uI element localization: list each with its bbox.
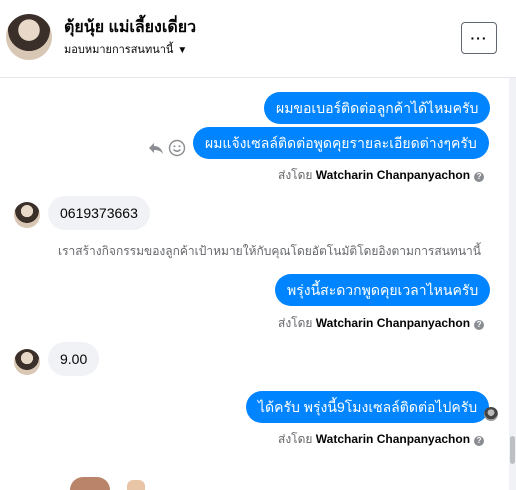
- assign-conversation-dropdown[interactable]: มอบหมายการสนทนานี้ ▼: [64, 40, 187, 58]
- conversation-header: ตุ้ยนุ้ย แม่เลี้ยงเดี่ยว มอบหมายการสนทนา…: [0, 0, 516, 78]
- sent-by-prefix: ส่งโดย: [278, 432, 313, 446]
- sender-name: Watcharin Chanpanyachon: [315, 316, 471, 330]
- seen-indicator-avatar: [484, 407, 498, 421]
- outgoing-message[interactable]: พรุ่งนี้สะดวกพูดคุยเวลาไหนครับ: [275, 274, 491, 306]
- outgoing-message[interactable]: ผมขอเบอร์ติดต่อลูกค้าได้ไหมครับ: [264, 92, 491, 124]
- caret-down-icon: ▼: [177, 45, 188, 56]
- assign-conversation-label: มอบหมายการสนทนานี้: [64, 44, 174, 56]
- more-options-button[interactable]: ···: [461, 22, 497, 54]
- sender-name: Watcharin Chanpanyachon: [315, 168, 471, 182]
- system-message: เราสร้างกิจกรรมของลูกค้าเป้าหมายให้กับคุ…: [58, 244, 481, 258]
- sender-name: Watcharin Chanpanyachon: [315, 432, 471, 446]
- sent-by-label: ส่งโดย Watcharin Chanpanyachon?: [278, 166, 485, 185]
- sent-by-prefix: ส่งโดย: [278, 316, 313, 330]
- contact-avatar[interactable]: [6, 14, 52, 60]
- info-icon[interactable]: ?: [474, 320, 485, 330]
- sent-by-prefix: ส่งโดย: [278, 168, 313, 182]
- reply-icon[interactable]: [148, 140, 164, 156]
- partial-image-hand: [127, 480, 145, 490]
- info-icon[interactable]: ?: [474, 436, 485, 446]
- partial-image-message[interactable]: [70, 477, 110, 490]
- contact-name[interactable]: ตุ้ยนุ้ย แม่เลี้ยงเดี่ยว: [64, 15, 196, 40]
- contact-avatar-small: [14, 202, 40, 228]
- scrollbar-thumb[interactable]: [510, 436, 515, 464]
- incoming-message[interactable]: 9.00: [48, 342, 100, 376]
- smile-icon[interactable]: [168, 139, 186, 157]
- scrollbar-track[interactable]: [509, 78, 516, 490]
- contact-avatar-small: [14, 349, 40, 375]
- sent-by-label: ส่งโดย Watcharin Chanpanyachon?: [278, 314, 485, 333]
- sent-by-label: ส่งโดย Watcharin Chanpanyachon?: [278, 430, 485, 449]
- outgoing-message[interactable]: ผมแจ้งเซลล์ติดต่อพูดคุยรายละเอียดต่างๆคร…: [193, 127, 489, 159]
- info-icon[interactable]: ?: [474, 172, 485, 182]
- outgoing-message[interactable]: ได้ครับ พรุ่งนี้9โมงเซลล์ติดต่อไปครับ: [246, 391, 490, 423]
- incoming-message[interactable]: 0619373663: [48, 196, 150, 230]
